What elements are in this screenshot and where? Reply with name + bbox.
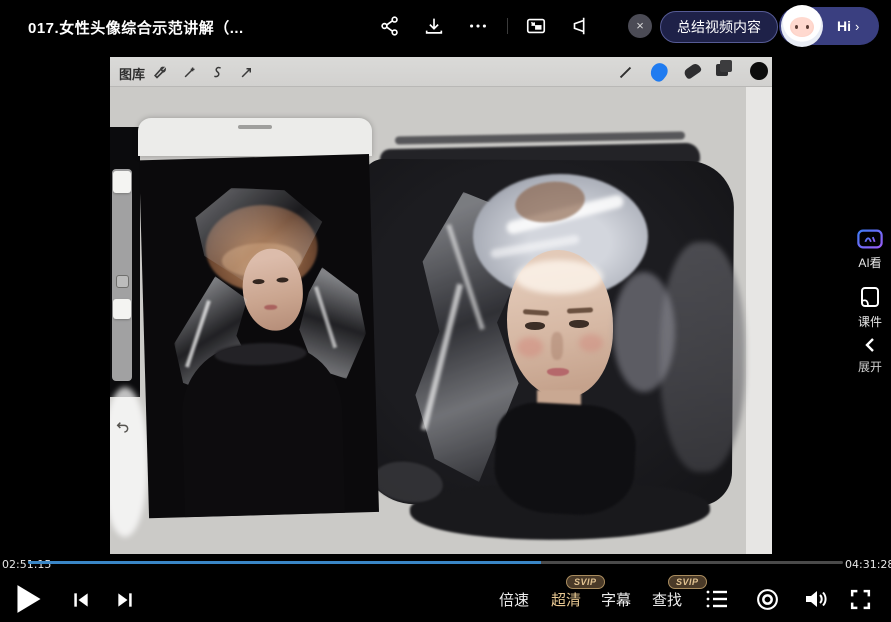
actions-wrench-icon[interactable] xyxy=(150,63,168,81)
progress-fill xyxy=(28,561,541,564)
find-button[interactable]: 查找 xyxy=(652,589,682,610)
reference-window-handle[interactable] xyxy=(238,125,272,129)
reference-window-header[interactable] xyxy=(138,118,372,156)
assistant-pill[interactable]: Hi › xyxy=(779,7,879,45)
selection-icon[interactable] xyxy=(208,63,226,81)
color-swatch[interactable] xyxy=(750,62,768,80)
svip-badge-find: SVIP xyxy=(668,575,707,589)
procreate-canvas[interactable] xyxy=(110,87,772,554)
video-title: 017.女性头像综合示范讲解（... xyxy=(28,17,244,38)
subtitles-button[interactable]: 字幕 xyxy=(601,589,631,610)
rail-item-ai-watch[interactable]: AI看 xyxy=(840,228,891,271)
summarize-video-button[interactable]: 总结视频内容 xyxy=(660,11,778,43)
painting-artwork xyxy=(355,132,760,552)
undo-icon[interactable] xyxy=(114,417,132,435)
cast-icon[interactable] xyxy=(568,14,592,38)
modify-button[interactable] xyxy=(116,275,129,288)
brush-tool-icon[interactable] xyxy=(615,62,635,82)
volume-icon[interactable] xyxy=(801,585,831,613)
toolbar-divider xyxy=(507,18,508,34)
reference-photo xyxy=(139,154,379,518)
procreate-toolbar: 图库 xyxy=(110,57,772,87)
chevron-right-icon: › xyxy=(855,19,859,34)
rail-item-expand[interactable]: 展开 xyxy=(840,336,891,375)
share-icon[interactable] xyxy=(378,14,402,38)
adjustments-wand-icon[interactable] xyxy=(180,63,198,81)
layers-icon[interactable] xyxy=(716,64,728,76)
more-options-icon[interactable] xyxy=(466,14,490,38)
brush-size-slider[interactable] xyxy=(113,171,131,193)
video-player-page: 017.女性头像综合示范讲解（... × 总结视频内容 xyxy=(0,0,891,622)
brush-sidebar xyxy=(112,169,132,381)
previous-video-button[interactable] xyxy=(68,588,94,612)
eraser-tool-icon[interactable] xyxy=(683,62,703,80)
playlist-icon[interactable] xyxy=(703,586,731,612)
fullscreen-icon[interactable] xyxy=(845,585,875,613)
next-video-button[interactable] xyxy=(112,588,138,612)
smudge-tool-icon-active[interactable] xyxy=(647,60,671,84)
download-icon[interactable] xyxy=(422,14,446,38)
record-icon[interactable] xyxy=(753,585,781,613)
close-button[interactable]: × xyxy=(628,14,652,38)
transform-arrow-icon[interactable] xyxy=(237,63,255,81)
total-time: 04:31:28 xyxy=(845,558,891,571)
progress-bar[interactable] xyxy=(28,561,843,564)
courseware-icon xyxy=(859,285,881,309)
svip-badge-quality: SVIP xyxy=(566,575,605,589)
play-button[interactable] xyxy=(14,583,44,615)
assistant-avatar xyxy=(781,5,823,47)
reference-window[interactable] xyxy=(138,118,372,518)
playback-speed-button[interactable]: 倍速 xyxy=(499,589,529,610)
rail-item-courseware[interactable]: 课件 xyxy=(840,285,891,330)
assistant-greeting: Hi xyxy=(837,18,851,34)
brush-opacity-slider[interactable] xyxy=(113,299,131,319)
quality-button[interactable]: 超清 xyxy=(551,589,581,610)
picture-in-picture-icon[interactable] xyxy=(524,14,548,38)
gallery-button[interactable]: 图库 xyxy=(119,64,145,83)
current-time: 02:51:15 xyxy=(2,558,51,571)
ai-watch-icon xyxy=(857,228,883,250)
chevron-left-icon xyxy=(862,336,878,354)
video-frame[interactable]: 图库 xyxy=(110,57,772,554)
